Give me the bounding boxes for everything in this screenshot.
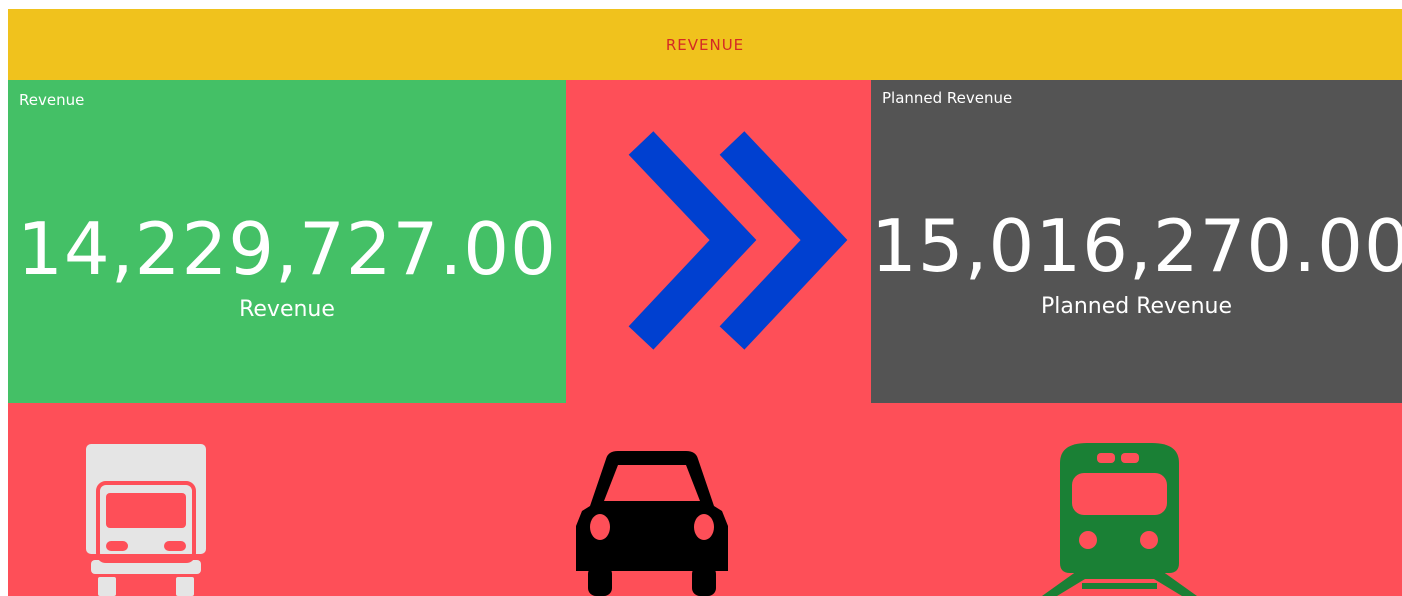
- revenue-tile[interactable]: Revenue 14,229,727.00 Revenue: [8, 80, 566, 403]
- revenue-tile-label: Revenue: [19, 91, 85, 109]
- dashboard: REVENUE Revenue 14,229,727.00 Revenue Pl…: [8, 9, 1402, 596]
- planned-revenue-sub-label: Planned Revenue: [1040, 294, 1233, 319]
- page-title: REVENUE: [665, 35, 745, 54]
- truck-icon: [86, 444, 206, 596]
- header-bar: REVENUE: [8, 9, 1402, 80]
- car-icon: [576, 451, 728, 596]
- planned-revenue-value: 15,016,270.00: [871, 204, 1402, 288]
- indicator-panel: [566, 80, 871, 403]
- revenue-sub-label: Revenue: [239, 297, 335, 322]
- planned-revenue-tile-label: Planned Revenue: [882, 89, 1013, 107]
- train-icon: [1042, 443, 1197, 596]
- double-chevron-right-icon: [628, 131, 848, 350]
- revenue-value: 14,229,727.00: [17, 207, 557, 291]
- planned-revenue-tile[interactable]: Planned Revenue 15,016,270.00 Planned Re…: [871, 80, 1402, 403]
- transport-panel: [8, 403, 1402, 596]
